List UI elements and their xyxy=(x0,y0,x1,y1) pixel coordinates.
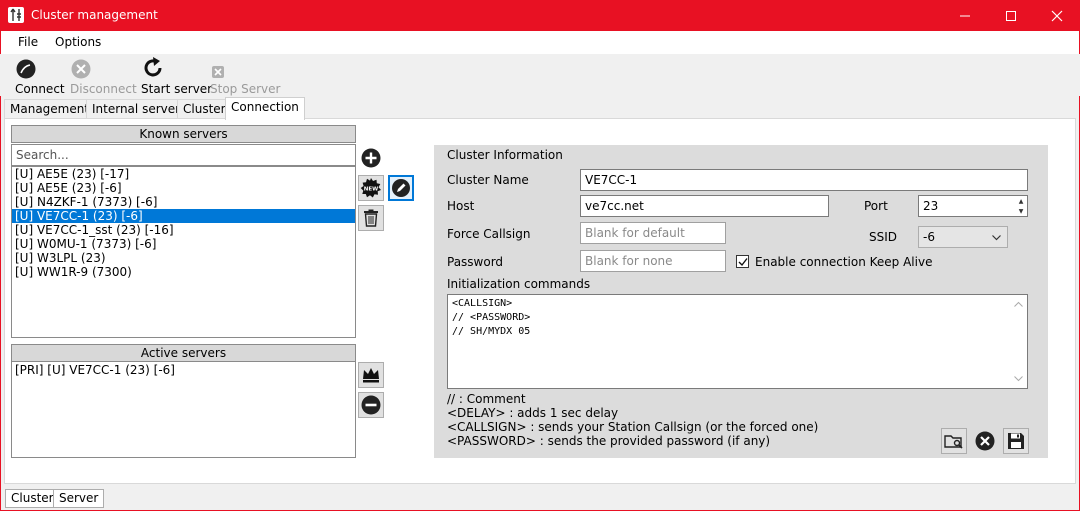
spin-up-icon[interactable]: ▲ xyxy=(1016,196,1026,206)
force-callsign-field[interactable]: Blank for default xyxy=(580,222,726,244)
tab-management[interactable]: Management xyxy=(4,99,96,119)
spin-down-icon[interactable]: ▼ xyxy=(1016,206,1026,216)
save-button[interactable] xyxy=(1003,428,1029,454)
list-item[interactable]: [PRI] [U] VE7CC-1 (23) [-6] xyxy=(12,363,355,377)
help-line: <CALLSIGN> : sends your Station Callsign… xyxy=(447,420,819,434)
clear-button[interactable] xyxy=(972,428,998,454)
active-servers-header: Active servers xyxy=(11,344,356,362)
list-item[interactable]: [U] VE7CC-1_sst (23) [-16] xyxy=(12,223,355,237)
list-item[interactable]: [U] WW1R-9 (7300) xyxy=(12,265,355,279)
close-icon[interactable] xyxy=(1034,0,1080,31)
port-label: Port xyxy=(864,199,888,213)
chevron-down-icon xyxy=(992,235,1001,241)
start-server-label: Start server xyxy=(141,82,213,96)
list-item[interactable]: [U] AE5E (23) [-17] xyxy=(12,167,355,181)
set-primary-button[interactable] xyxy=(358,362,384,388)
password-label: Password xyxy=(447,255,504,269)
stop-server-button[interactable]: Stop Server xyxy=(210,56,280,96)
scroll-down-icon xyxy=(1014,376,1023,382)
ssid-label: SSID xyxy=(869,230,898,244)
init-line: // <PASSWORD> xyxy=(452,312,531,323)
help-line: <DELAY> : adds 1 sec delay xyxy=(447,406,619,420)
help-line: <PASSWORD> : sends the provided password… xyxy=(447,434,771,448)
stop-icon xyxy=(210,56,226,80)
ssid-value: -6 xyxy=(923,230,935,244)
cluster-info-heading: Cluster Information xyxy=(447,148,563,162)
cluster-name-label: Cluster Name xyxy=(447,173,529,187)
checkmark-icon xyxy=(738,257,748,266)
init-line: <CALLSIGN> xyxy=(452,298,513,309)
port-value: 23 xyxy=(923,199,939,213)
start-server-button[interactable]: Start server xyxy=(141,56,212,96)
status-tab-cluster[interactable]: Cluster xyxy=(5,489,60,508)
menu-bar: File Options xyxy=(0,31,1080,54)
app-icon xyxy=(8,7,24,23)
keepalive-checkbox[interactable] xyxy=(736,255,749,268)
port-spin[interactable]: ▲ ▼ xyxy=(1016,196,1026,216)
load-file-button[interactable] xyxy=(941,428,967,454)
edit-pencil-icon xyxy=(392,179,410,197)
connect-label: Connect xyxy=(15,82,65,96)
active-servers-list[interactable]: [PRI] [U] VE7CC-1 (23) [-6] xyxy=(11,361,356,458)
server-search-input[interactable]: Search... xyxy=(11,144,356,166)
disconnect-label: Disconnect xyxy=(70,82,137,96)
ssid-select[interactable]: -6 xyxy=(918,226,1008,248)
host-label: Host xyxy=(447,199,475,213)
tab-internal-server[interactable]: Internal server xyxy=(86,99,187,119)
password-field[interactable]: Blank for none xyxy=(580,250,726,272)
port-stepper[interactable]: 23 ▲ ▼ xyxy=(918,195,1028,217)
connect-icon xyxy=(15,56,37,80)
scroll-up-icon xyxy=(1014,301,1023,307)
cluster-name-field[interactable]: VE7CC-1 xyxy=(580,169,1028,191)
known-servers-header: Known servers xyxy=(11,125,356,143)
disconnect-icon xyxy=(70,56,92,80)
delete-server-button[interactable] xyxy=(358,205,384,231)
window-title: Cluster management xyxy=(31,8,158,22)
maximize-icon[interactable] xyxy=(988,0,1034,31)
list-item[interactable]: [U] W3LPL (23) xyxy=(12,251,355,265)
init-commands-textarea[interactable]: <CALLSIGN> // <PASSWORD> // SH/MYDX 05 xyxy=(447,294,1028,389)
minus-circle-icon xyxy=(361,395,381,415)
stop-server-label: Stop Server xyxy=(210,82,281,96)
init-commands-label: Initialization commands xyxy=(447,277,591,291)
add-server-button[interactable] xyxy=(358,145,384,171)
keepalive-label[interactable]: Enable connection Keep Alive xyxy=(755,255,932,269)
title-bar: Cluster management xyxy=(0,0,1080,31)
remove-active-button[interactable] xyxy=(358,392,384,418)
refresh-icon xyxy=(141,56,165,80)
folder-search-icon xyxy=(944,435,963,449)
force-callsign-label: Force Callsign xyxy=(447,227,531,241)
known-servers-list[interactable]: [U] AE5E (23) [-17] [U] AE5E (23) [-6] [… xyxy=(11,166,356,338)
toolbar: Connect Disconnect Start server Stop Ser… xyxy=(0,54,1080,96)
window-border-left xyxy=(0,31,1,511)
status-tab-server[interactable]: Server xyxy=(53,489,105,508)
new-badge-icon: NEW xyxy=(360,178,381,198)
menu-file[interactable]: File xyxy=(18,35,38,49)
disconnect-button[interactable]: Disconnect xyxy=(70,56,137,96)
new-server-button[interactable]: NEW xyxy=(358,175,384,201)
tab-cluster[interactable]: Cluster xyxy=(177,99,232,119)
init-line: // SH/MYDX 05 xyxy=(452,326,531,337)
save-disk-icon xyxy=(1008,433,1024,449)
list-item[interactable]: [U] AE5E (23) [-6] xyxy=(12,181,355,195)
tab-connection[interactable]: Connection xyxy=(225,97,305,120)
crown-icon xyxy=(363,368,379,383)
connect-button[interactable]: Connect xyxy=(15,56,65,96)
list-item[interactable]: [U] W0MU-1 (7373) [-6] xyxy=(12,237,355,251)
list-item-selected[interactable]: [U] VE7CC-1 (23) [-6] xyxy=(12,209,355,223)
svg-text:NEW: NEW xyxy=(364,187,378,193)
trash-icon xyxy=(364,209,378,227)
add-circle-icon xyxy=(361,148,381,168)
menu-options[interactable]: Options xyxy=(55,35,101,49)
help-line: // : Comment xyxy=(447,392,526,406)
minimize-icon[interactable] xyxy=(942,0,988,31)
textarea-scrollbar[interactable] xyxy=(1010,295,1027,388)
host-field[interactable]: ve7cc.net xyxy=(580,195,829,217)
status-bar: Cluster Server xyxy=(0,488,1080,511)
edit-server-button[interactable] xyxy=(388,175,414,201)
cancel-circle-icon xyxy=(975,431,995,451)
list-item[interactable]: [U] N4ZKF-1 (7373) [-6] xyxy=(12,195,355,209)
